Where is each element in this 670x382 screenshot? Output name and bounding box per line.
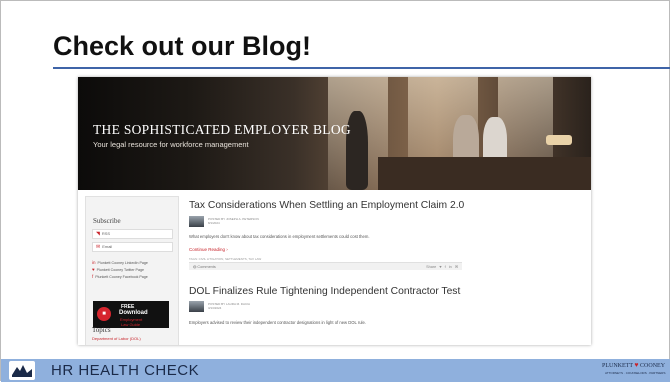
blog-screenshot: THE SOPHISTICATED EMPLOYER BLOG Your leg… [78, 77, 591, 345]
firm-tagline: ATTORNEYS · COUNSELORS · PARTNERS [605, 371, 666, 375]
blog-title[interactable]: THE SOPHISTICATED EMPLOYER BLOG [93, 122, 351, 138]
desk [378, 157, 591, 190]
comments-link[interactable]: ◍ Comments [193, 264, 216, 269]
linkedin-page-link[interactable]: in Plunkett Cooney LinkedIn Page [92, 260, 148, 265]
linkedin-icon: in [92, 260, 96, 265]
post-excerpt: Employers advised to review their indepe… [189, 320, 366, 325]
comments-label: Comments [197, 265, 216, 269]
heart-icon: ♥ [634, 361, 639, 369]
continue-reading-link[interactable]: Continue Reading › [189, 247, 228, 252]
comment-icon: ◍ [193, 265, 197, 269]
rss-icon: ◥ [96, 231, 100, 237]
blog-content: Subscribe ◥ RSS ✉ Email in Plunkett Cooney … [78, 190, 591, 345]
promo-download-text: Download [119, 310, 148, 316]
post-tags[interactable]: TAGS: CIVIL LITIGATION, SETTLEMENTS, TAX… [189, 257, 261, 261]
post-date: 3/13/2024 [208, 306, 222, 310]
facebook-page-link[interactable]: f Plunkett Cooney Facebook Page [92, 274, 148, 279]
rss-label: RSS [101, 231, 111, 236]
health-check-logo-icon [9, 361, 35, 380]
facebook-link-label: Plunkett Cooney Facebook Page [95, 275, 148, 279]
post-title[interactable]: Tax Considerations When Settling an Empl… [189, 200, 464, 211]
linkedin-share-icon[interactable]: in [449, 265, 452, 269]
post-meta: POSTED BY JOSEPH A. PETERSON 8/1/2024 [208, 217, 259, 225]
email-share-icon[interactable]: ✉ [455, 265, 458, 269]
footer-band: HR HEALTH CHECK PLUNKETT ♥ COONEY ATTORN… [1, 359, 670, 382]
share-label: Share [426, 265, 437, 269]
presentation-slide: Check out our Blog! THE SOPHISTICATED EM… [0, 0, 670, 382]
twitter-icon: ♥ [92, 267, 95, 272]
post-date: 8/1/2024 [208, 221, 220, 225]
firm-name-left: PLUNKETT [602, 363, 633, 369]
download-pdf-icon: ■ [97, 307, 111, 321]
twitter-share-icon[interactable]: ♥ [439, 265, 441, 269]
blog-subtitle: Your legal resource for workforce manage… [93, 140, 249, 149]
desk-lamp [546, 135, 572, 145]
firm-logo: PLUNKETT ♥ COONEY [602, 361, 665, 369]
topics-heading: Topics [92, 326, 111, 334]
post-excerpt: What employers don't know about tax cons… [189, 234, 370, 239]
email-icon: ✉ [96, 244, 101, 250]
footer-title: HR HEALTH CHECK [51, 362, 200, 379]
facebook-share-icon[interactable]: f [445, 265, 446, 269]
title-underline [53, 67, 670, 69]
author-avatar [189, 301, 204, 312]
firm-name-right: COONEY [640, 363, 666, 369]
twitter-link-label: Plunkett Cooney Twitter Page [96, 268, 144, 272]
facebook-icon: f [92, 274, 94, 279]
rss-subscribe-option[interactable]: ◥ RSS [92, 229, 173, 239]
twitter-page-link[interactable]: ♥ Plunkett Cooney Twitter Page [92, 267, 144, 272]
free-download-banner[interactable]: ■ FREE Download Employment Law Guide [93, 301, 169, 328]
share-bar: Share ♥ f in ✉ [424, 264, 458, 269]
subscribe-heading: Subscribe [93, 217, 121, 225]
post-action-bar: ◍ Comments Share ♥ f in ✉ [189, 262, 462, 270]
email-subscribe-option[interactable]: ✉ Email [92, 242, 173, 252]
author-avatar [189, 216, 204, 227]
topic-link-dol[interactable]: Department of Labor (DOL) [92, 336, 141, 341]
slide-title: Check out our Blog! [53, 31, 311, 61]
email-label: Email [102, 244, 113, 249]
post-title[interactable]: DOL Finalizes Rule Tightening Independen… [189, 286, 460, 297]
blog-header-banner: THE SOPHISTICATED EMPLOYER BLOG Your leg… [78, 77, 591, 190]
blog-sidebar: Subscribe ◥ RSS ✉ Email in Plunkett Cooney … [85, 196, 179, 345]
promo-guide-text: Law Guide [121, 322, 141, 327]
linkedin-link-label: Plunkett Cooney LinkedIn Page [97, 261, 148, 265]
post-meta: POSTED BY LAURA M. DACIA 3/13/2024 [208, 302, 250, 310]
